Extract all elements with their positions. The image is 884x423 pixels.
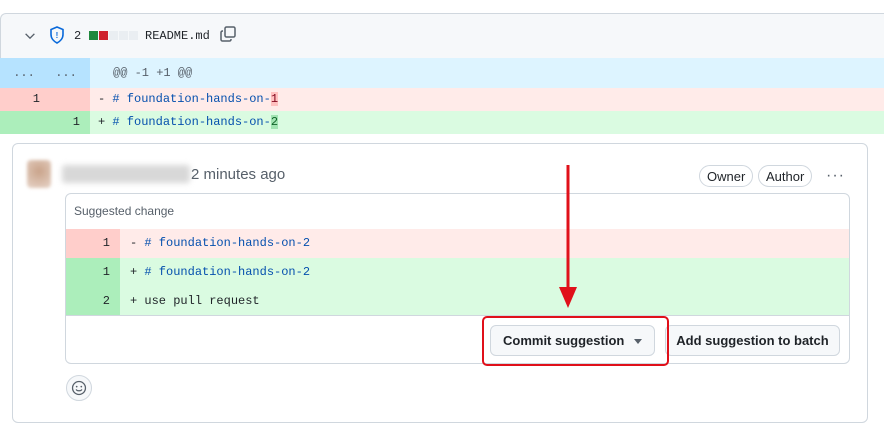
smiley-icon[interactable] xyxy=(66,375,92,401)
copy-icon[interactable] xyxy=(219,25,237,43)
old-line-number[interactable]: 1 xyxy=(0,88,40,111)
suggestion-deleted-row: 1 - # foundation-hands-on-2 xyxy=(66,229,849,258)
diff-sign: - xyxy=(98,92,113,106)
changed-char: 1 xyxy=(270,92,279,106)
added-code: + # foundation-hands-on-2 xyxy=(98,111,279,134)
deleted-code: - # foundation-hands-on-1 xyxy=(98,88,279,111)
diff-added-row: 1 + # foundation-hands-on-2 xyxy=(0,111,884,134)
expand-left[interactable]: ... xyxy=(6,58,42,88)
file-header: ! 2 README.md xyxy=(0,13,884,58)
suggestion-added-row: 1 + # foundation-hands-on-2 xyxy=(66,258,849,287)
plain-text: use pull request xyxy=(144,294,260,308)
changed-char: 2 xyxy=(270,115,279,129)
diff-deleted-row: 1 - # foundation-hands-on-1 xyxy=(0,88,884,111)
file-name[interactable]: README.md xyxy=(145,29,210,43)
diff-sign: + xyxy=(98,115,113,129)
diff-sign: + xyxy=(130,265,145,279)
line-number: 2 xyxy=(66,287,120,315)
code-line: + # foundation-hands-on-2 xyxy=(130,258,310,286)
add-suggestion-to-batch-button[interactable]: Add suggestion to batch xyxy=(665,325,840,356)
shield-icon: ! xyxy=(50,26,64,44)
diff-sign: - xyxy=(130,236,145,250)
heading-text: # foundation-hands-on-2 xyxy=(144,265,311,279)
comment-timestamp[interactable]: 2 minutes ago xyxy=(191,166,285,183)
suggestion-added-row: 2 + use pull request xyxy=(66,287,849,315)
heading-text: # foundation-hands-on- xyxy=(112,92,271,106)
annotation-highlight-box xyxy=(482,316,669,366)
hunk-header: @@ -1 +1 @@ xyxy=(113,66,193,80)
changes-count: 2 xyxy=(74,29,82,43)
code-line: + use pull request xyxy=(130,287,260,315)
code-line: - # foundation-hands-on-2 xyxy=(130,229,310,258)
svg-text:!: ! xyxy=(56,31,59,40)
owner-badge: Owner xyxy=(699,165,754,187)
author-badge: Author xyxy=(758,165,813,187)
avatar[interactable] xyxy=(27,160,51,188)
line-number: 1 xyxy=(66,258,120,287)
heading-text: # foundation-hands-on- xyxy=(112,115,271,129)
username-blurred[interactable] xyxy=(62,165,190,183)
chevron-down-icon[interactable] xyxy=(23,29,37,43)
diffstat xyxy=(89,31,138,40)
hunk-row: ... ... @@ -1 +1 @@ xyxy=(0,58,884,88)
diff-sign: + xyxy=(130,294,145,308)
divider xyxy=(66,315,849,316)
suggested-change-title: Suggested change xyxy=(74,204,175,218)
new-line-number[interactable]: 1 xyxy=(45,111,80,134)
kebab-menu-icon[interactable]: ··· xyxy=(826,167,845,185)
annotation-arrow-icon xyxy=(559,165,577,308)
heading-text: # foundation-hands-on-2 xyxy=(144,236,311,250)
line-number: 1 xyxy=(66,229,120,258)
expand-right[interactable]: ... xyxy=(48,58,84,88)
